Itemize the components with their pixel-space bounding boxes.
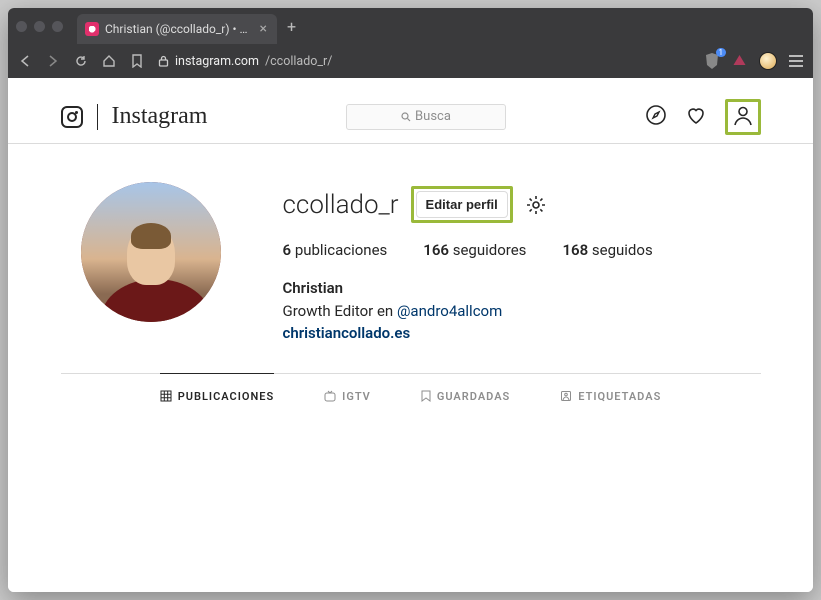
content-tabs: Publicaciones IGTV Guardadas Etiquetadas — [61, 373, 761, 419]
bio-mention[interactable]: @andro4allcom — [397, 302, 502, 320]
tab-posts-label: Publicaciones — [178, 390, 274, 403]
instagram-favicon — [85, 22, 99, 36]
profile-bio: Christian Growth Editor en @andro4allcom… — [283, 277, 761, 345]
stat-posts: 6 publicaciones — [283, 241, 388, 259]
search-input[interactable]: Busca — [346, 104, 506, 130]
search-placeholder: Busca — [415, 109, 451, 124]
brave-rewards-icon[interactable] — [732, 54, 747, 69]
profile-icon-highlight — [725, 99, 761, 135]
stat-followers[interactable]: 166 seguidores — [423, 241, 526, 259]
tab-title: Christian (@ccollado_r) • Fotos — [105, 22, 254, 36]
close-tab-icon[interactable]: × — [260, 22, 267, 36]
bio-text: Growth Editor en — [283, 302, 397, 320]
url-domain: instagram.com — [175, 54, 259, 69]
brave-shields-icon[interactable]: 1 — [704, 52, 720, 70]
home-button[interactable] — [102, 54, 116, 68]
instagram-glyph-icon — [61, 106, 83, 128]
tab-igtv-label: IGTV — [342, 390, 371, 403]
brand-divider — [97, 104, 98, 130]
tagged-icon — [560, 390, 572, 402]
window-minimize[interactable] — [34, 21, 45, 32]
brand-group[interactable]: Instagram — [61, 103, 208, 130]
window-maximize[interactable] — [52, 21, 63, 32]
stat-following[interactable]: 168 seguidos — [562, 241, 652, 259]
window-close[interactable] — [16, 21, 27, 32]
bio-name: Christian — [283, 277, 761, 300]
activity-heart-icon[interactable] — [685, 104, 707, 130]
profile-section: ccollado_r Editar perfil 6 publicaciones… — [61, 182, 761, 345]
browser-profile-icon[interactable] — [759, 52, 777, 70]
tab-posts[interactable]: Publicaciones — [160, 373, 274, 419]
forward-button[interactable] — [46, 55, 60, 67]
tab-igtv[interactable]: IGTV — [324, 373, 371, 419]
new-tab-button[interactable]: + — [277, 17, 306, 36]
page-content: Instagram Busca — [8, 78, 813, 592]
lock-icon — [158, 55, 169, 67]
back-button[interactable] — [18, 55, 32, 67]
bookmark-button[interactable] — [130, 54, 144, 68]
url-path: /ccollado_r/ — [265, 54, 332, 69]
explore-icon[interactable] — [645, 104, 667, 130]
grid-icon — [160, 390, 172, 402]
edit-profile-button[interactable]: Editar perfil — [416, 191, 508, 218]
search-icon — [401, 112, 411, 122]
browser-toolbar: instagram.com/ccollado_r/ 1 — [8, 44, 813, 78]
bookmark-icon — [421, 390, 431, 402]
profile-stats: 6 publicaciones 166 seguidores 168 segui… — [283, 241, 761, 259]
address-bar[interactable]: instagram.com/ccollado_r/ — [158, 54, 690, 69]
browser-tab[interactable]: Christian (@ccollado_r) • Fotos × — [77, 14, 277, 44]
instagram-wordmark: Instagram — [112, 103, 208, 130]
tab-saved[interactable]: Guardadas — [421, 373, 510, 419]
brave-badge: 1 — [716, 48, 727, 57]
username: ccollado_r — [283, 190, 399, 220]
bio-link[interactable]: christiancollado.es — [283, 324, 411, 342]
avatar[interactable] — [81, 182, 221, 322]
reload-button[interactable] — [74, 54, 88, 68]
tab-saved-label: Guardadas — [437, 390, 510, 403]
instagram-header: Instagram Busca — [8, 90, 813, 144]
edit-profile-highlight: Editar perfil — [411, 186, 513, 223]
browser-menu-icon[interactable] — [789, 55, 803, 67]
settings-gear-icon[interactable] — [525, 194, 547, 216]
window-controls — [16, 21, 63, 32]
tab-tagged-label: Etiquetadas — [578, 390, 661, 403]
browser-tab-bar: Christian (@ccollado_r) • Fotos × + — [8, 8, 813, 44]
tv-icon — [324, 390, 336, 402]
profile-icon[interactable] — [732, 111, 754, 130]
tab-tagged[interactable]: Etiquetadas — [560, 373, 661, 419]
